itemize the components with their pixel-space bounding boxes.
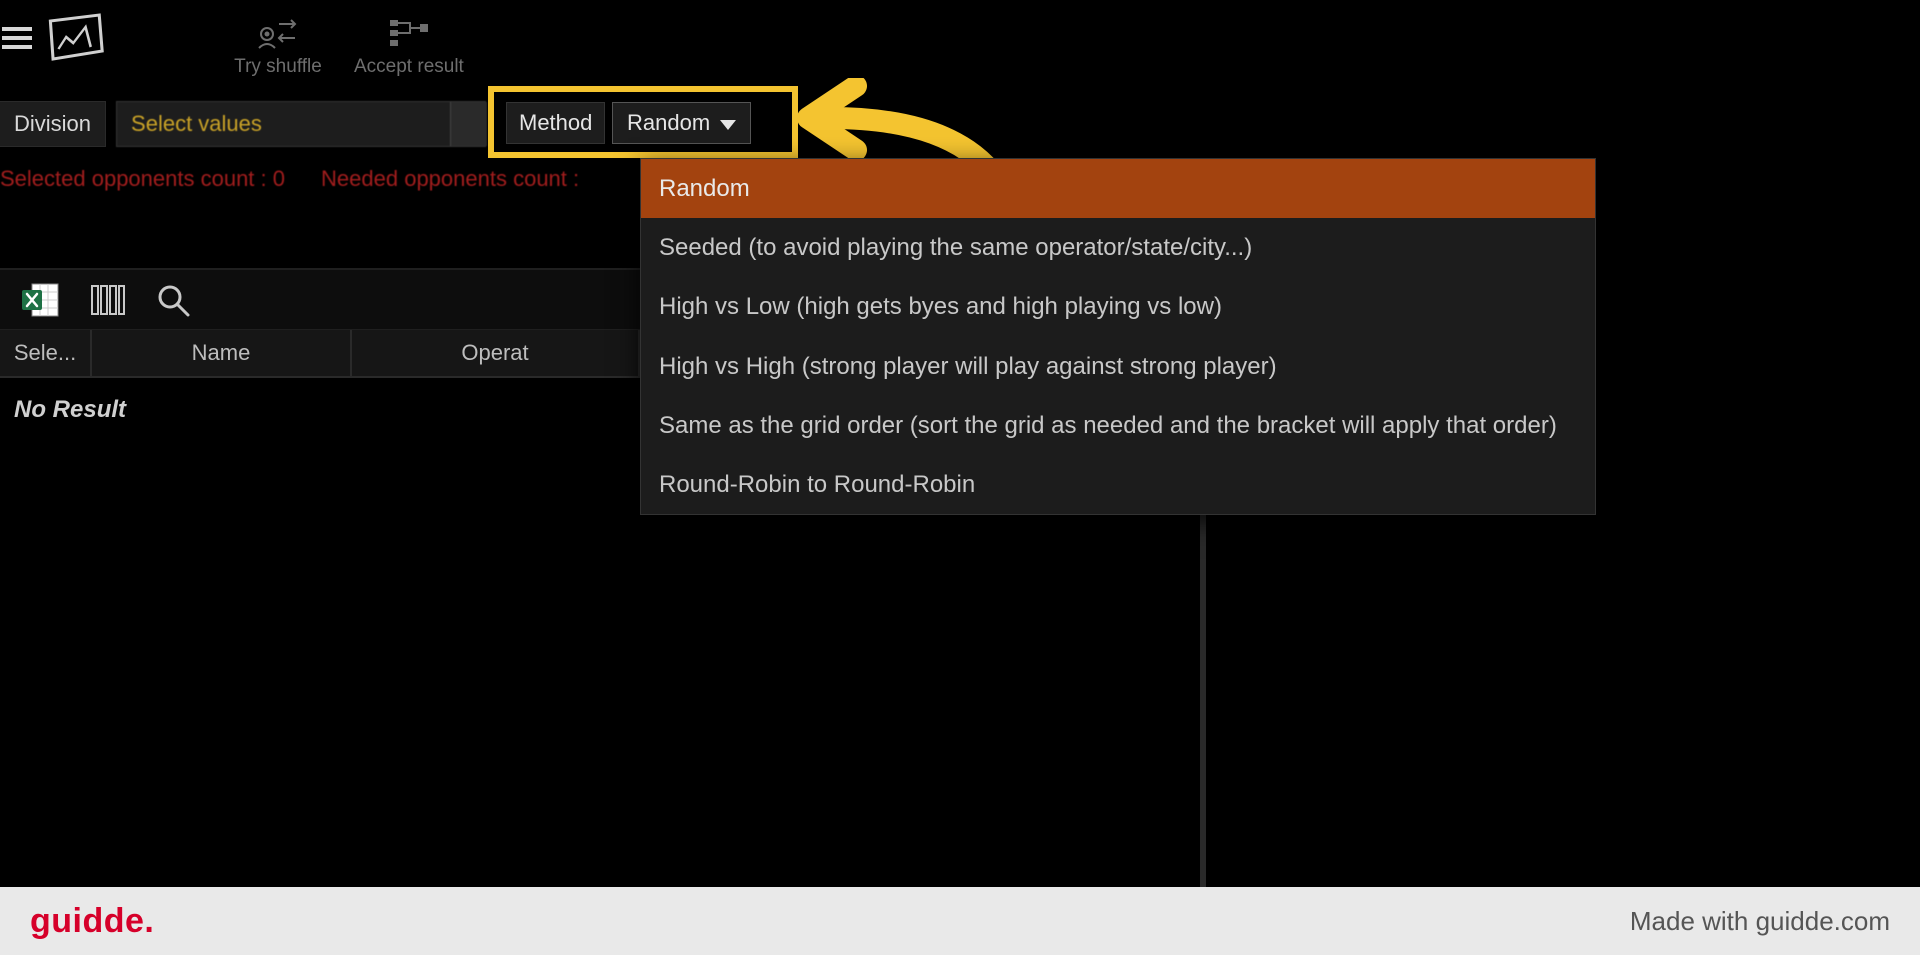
method-label: Method xyxy=(506,102,605,144)
guidde-logo: guidde. xyxy=(30,902,154,941)
top-toolbar: Try shuffle Accept result xyxy=(0,0,1920,95)
try-shuffle-label: Try shuffle xyxy=(234,56,322,78)
method-dropdown-list: Random Seeded (to avoid playing the same… xyxy=(640,158,1596,515)
accept-result-label: Accept result xyxy=(354,56,464,78)
accept-result-button[interactable]: Accept result xyxy=(338,0,480,82)
controls-row: Division Select values xyxy=(0,100,1920,148)
column-header-name[interactable]: Name xyxy=(92,330,352,376)
column-header-select[interactable]: Sele... xyxy=(0,330,92,376)
dropdown-option-grid-order[interactable]: Same as the grid order (sort the grid as… xyxy=(641,396,1595,455)
no-result-message: No Result xyxy=(0,378,640,442)
footer: guidde. Made with guidde.com xyxy=(0,887,1920,955)
results-grid: Sele... Name Operat No Result xyxy=(0,268,640,887)
column-header-operator[interactable]: Operat xyxy=(352,330,640,376)
menu-button[interactable] xyxy=(0,0,118,76)
dropdown-option-seeded[interactable]: Seeded (to avoid playing the same operat… xyxy=(641,218,1595,277)
needed-opponents-count: Needed opponents count : xyxy=(321,166,579,192)
try-shuffle-button[interactable]: Try shuffle xyxy=(218,0,338,82)
method-value: Random xyxy=(627,110,710,136)
method-dropdown[interactable]: Random xyxy=(612,102,751,144)
selected-opponents-count: Selected opponents count : 0 xyxy=(0,166,285,192)
dropdown-option-high-vs-low[interactable]: High vs Low (high gets byes and high pla… xyxy=(641,277,1595,336)
status-line: Selected opponents count : 0 Needed oppo… xyxy=(0,166,579,192)
accept-icon xyxy=(386,14,432,52)
dropdown-option-round-robin[interactable]: Round-Robin to Round-Robin xyxy=(641,455,1595,514)
search-button[interactable] xyxy=(156,283,190,317)
chevron-down-icon xyxy=(720,120,736,130)
grid-header-row: Sele... Name Operat xyxy=(0,330,640,378)
grid-toolbar xyxy=(0,270,640,330)
division-label: Division xyxy=(0,101,106,147)
export-excel-button[interactable] xyxy=(20,280,60,320)
hamburger-icon xyxy=(0,21,34,55)
division-select[interactable]: Select values xyxy=(116,101,486,147)
dropdown-option-random[interactable]: Random xyxy=(641,159,1595,218)
app-logo-icon xyxy=(36,8,116,68)
shuffle-icon xyxy=(255,14,301,52)
columns-button[interactable] xyxy=(90,282,126,318)
footer-made-with: Made with guidde.com xyxy=(1630,906,1890,937)
dropdown-option-high-vs-high[interactable]: High vs High (strong player will play ag… xyxy=(641,337,1595,396)
division-placeholder: Select values xyxy=(131,111,262,137)
